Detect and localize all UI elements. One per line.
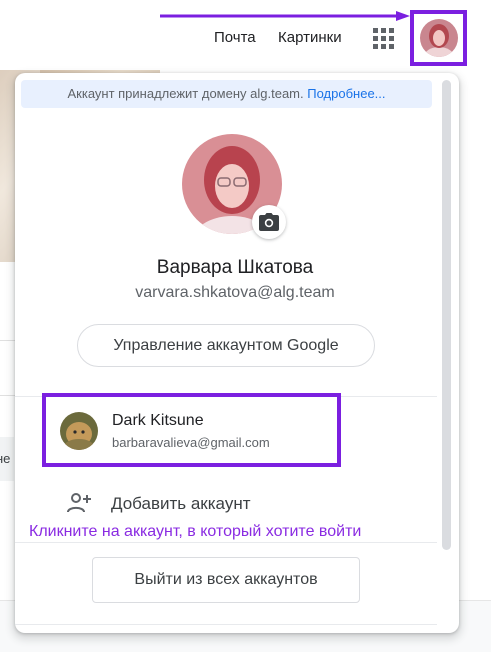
account-name: Dark Kitsune — [112, 412, 204, 429]
background-chip[interactable]: не — [0, 437, 14, 481]
background-divider — [0, 340, 16, 341]
other-account-item[interactable]: Dark Kitsune barbaravalieva@gmail.com — [42, 393, 341, 467]
instruction-caption: Кликните на аккаунт, в который хотите во… — [29, 523, 362, 540]
person-add-icon — [67, 493, 91, 513]
account-email: barbaravalieva@gmail.com — [112, 435, 270, 450]
scrollbar[interactable] — [442, 80, 451, 550]
sign-out-all-button[interactable]: Выйти из всех аккаунтов — [92, 557, 360, 603]
page: не Почта Картинки Аккаунт принадлежит до… — [0, 0, 491, 652]
camera-icon — [259, 213, 279, 231]
add-account-label: Добавить аккаунт — [111, 494, 251, 513]
learn-more-link[interactable]: Подробнее... — [307, 86, 385, 101]
domain-notice: Аккаунт принадлежит домену alg.team. Под… — [21, 80, 432, 108]
apps-grid-icon[interactable] — [371, 26, 395, 50]
avatar — [419, 19, 458, 57]
divider — [15, 542, 437, 543]
background-divider — [0, 395, 16, 396]
avatar — [60, 412, 98, 450]
mail-link[interactable]: Почта — [214, 28, 256, 48]
change-photo-button[interactable] — [252, 205, 286, 239]
user-name: Варвара Шкатова — [156, 257, 314, 278]
divider — [15, 624, 437, 625]
user-email: varvara.shkatova@alg.team — [135, 284, 335, 301]
manage-google-account-button[interactable]: Управление аккаунтом Google — [77, 324, 375, 367]
images-link[interactable]: Картинки — [278, 28, 342, 48]
annotation-arrow — [160, 11, 410, 21]
account-avatar-button[interactable] — [410, 10, 467, 66]
add-account-button[interactable]: Добавить аккаунт — [60, 488, 440, 520]
